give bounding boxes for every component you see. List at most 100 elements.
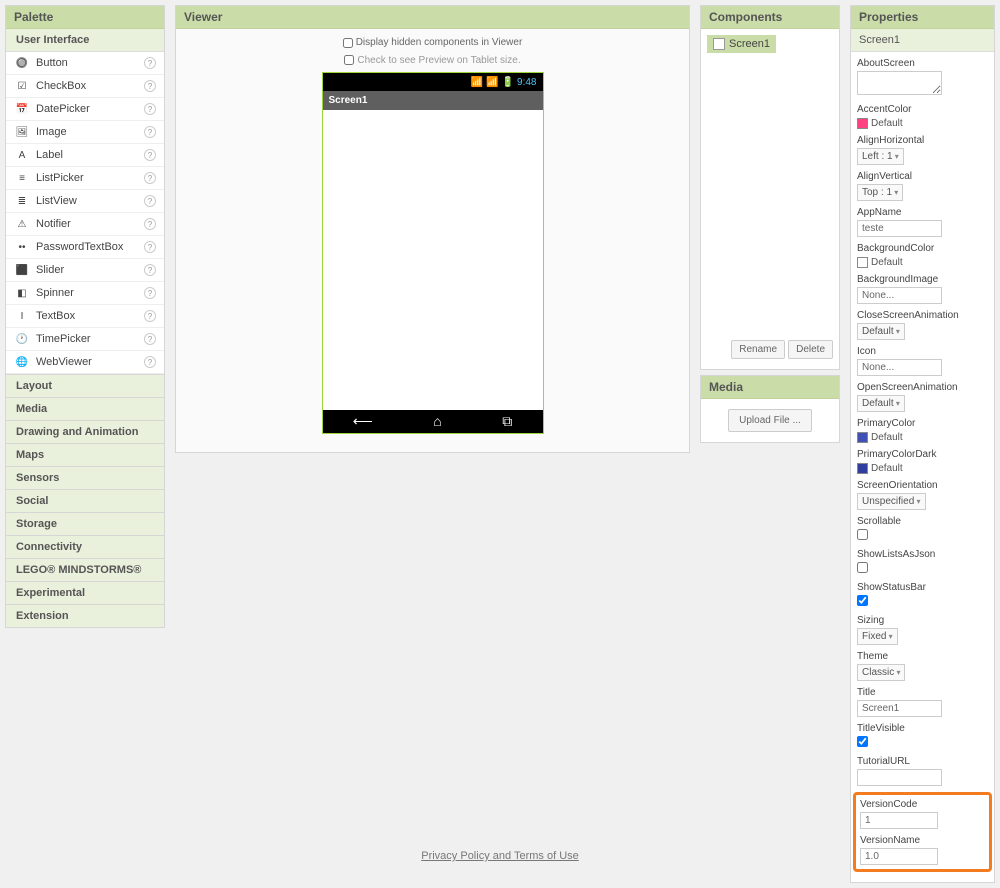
scrollable-checkbox[interactable] bbox=[857, 529, 868, 540]
display-hidden-option[interactable]: Display hidden components in Viewer bbox=[343, 37, 523, 48]
palette-category-layout[interactable]: Layout bbox=[5, 375, 165, 398]
palette-item-label: Button bbox=[36, 57, 144, 69]
help-icon[interactable]: ? bbox=[144, 310, 156, 322]
sizing-select[interactable]: Fixed bbox=[857, 628, 898, 645]
primarycolor-value[interactable]: Default bbox=[871, 432, 903, 443]
properties-header: Properties bbox=[851, 6, 994, 29]
palette-item-listpicker[interactable]: ≡ListPicker? bbox=[6, 167, 164, 190]
title-input[interactable] bbox=[857, 700, 942, 717]
primarydark-swatch[interactable] bbox=[857, 463, 868, 474]
help-icon[interactable]: ? bbox=[144, 80, 156, 92]
palette-item-spinner[interactable]: ◧Spinner? bbox=[6, 282, 164, 305]
versionname-label: VersionName bbox=[860, 835, 985, 846]
button-icon: 🔘 bbox=[14, 55, 30, 71]
palette-item-label: Spinner bbox=[36, 287, 144, 299]
bgcolor-value[interactable]: Default bbox=[871, 257, 903, 268]
phone-screen[interactable] bbox=[323, 110, 543, 410]
appname-input[interactable] bbox=[857, 220, 942, 237]
help-icon[interactable]: ? bbox=[144, 218, 156, 230]
phone-titlebar: Screen1 bbox=[323, 91, 543, 110]
palette-item-webviewer[interactable]: 🌐WebViewer? bbox=[6, 351, 164, 374]
primarycolor-swatch[interactable] bbox=[857, 432, 868, 443]
scrollable-label: Scrollable bbox=[857, 516, 988, 527]
upload-file-button[interactable]: Upload File ... bbox=[728, 409, 812, 432]
privacy-link[interactable]: Privacy Policy and Terms of Use bbox=[421, 850, 579, 862]
palette-category-sensors[interactable]: Sensors bbox=[5, 467, 165, 490]
palette-item-textbox[interactable]: ITextBox? bbox=[6, 305, 164, 328]
component-tree-root[interactable]: Screen1 bbox=[707, 35, 776, 53]
palette-category-connectivity[interactable]: Connectivity bbox=[5, 536, 165, 559]
palette-item-checkbox[interactable]: ☑CheckBox? bbox=[6, 75, 164, 98]
palette-item-image[interactable]: 🖼 Image? bbox=[6, 121, 164, 144]
palette-item-label[interactable]: ALabel? bbox=[6, 144, 164, 167]
palette-item-timepicker[interactable]: 🕐TimePicker? bbox=[6, 328, 164, 351]
theme-select[interactable]: Classic bbox=[857, 664, 905, 681]
passwordtextbox-icon: •• bbox=[14, 239, 30, 255]
tutorialurl-input[interactable] bbox=[857, 769, 942, 786]
accentcolor-value[interactable]: Default bbox=[871, 118, 903, 129]
delete-button[interactable]: Delete bbox=[788, 340, 833, 359]
openanim-select[interactable]: Default bbox=[857, 395, 905, 412]
palette-category-extension[interactable]: Extension bbox=[5, 605, 165, 628]
help-icon[interactable]: ? bbox=[144, 264, 156, 276]
help-icon[interactable]: ? bbox=[144, 172, 156, 184]
viewer-header: Viewer bbox=[176, 6, 689, 29]
help-icon[interactable]: ? bbox=[144, 57, 156, 69]
help-icon[interactable]: ? bbox=[144, 287, 156, 299]
palette-category-media[interactable]: Media bbox=[5, 398, 165, 421]
showstatus-checkbox[interactable] bbox=[857, 595, 868, 606]
image-icon: 🖼 bbox=[14, 124, 30, 140]
titlevisible-label: TitleVisible bbox=[857, 723, 988, 734]
palette-category-social[interactable]: Social bbox=[5, 490, 165, 513]
showlists-label: ShowListsAsJson bbox=[857, 549, 988, 560]
alignh-select[interactable]: Left : 1 bbox=[857, 148, 904, 165]
palette-item-label: Notifier bbox=[36, 218, 144, 230]
primarydark-value[interactable]: Default bbox=[871, 463, 903, 474]
bgimage-input[interactable] bbox=[857, 287, 942, 304]
palette-item-label: Image bbox=[36, 126, 144, 138]
palette-category-storage[interactable]: Storage bbox=[5, 513, 165, 536]
help-icon[interactable]: ? bbox=[144, 241, 156, 253]
accentcolor-swatch[interactable] bbox=[857, 118, 868, 129]
palette-item-datepicker[interactable]: 📅DatePicker? bbox=[6, 98, 164, 121]
display-hidden-checkbox[interactable] bbox=[343, 38, 353, 48]
components-header: Components bbox=[701, 6, 839, 29]
palette-item-passwordtextbox[interactable]: •• PasswordTextBox? bbox=[6, 236, 164, 259]
screenorient-select[interactable]: Unspecified bbox=[857, 493, 926, 510]
help-icon[interactable]: ? bbox=[144, 356, 156, 368]
help-icon[interactable]: ? bbox=[144, 126, 156, 138]
icon-input[interactable] bbox=[857, 359, 942, 376]
palette-category-ui[interactable]: User Interface bbox=[6, 29, 164, 52]
help-icon[interactable]: ? bbox=[144, 333, 156, 345]
bgcolor-swatch[interactable] bbox=[857, 257, 868, 268]
datepicker-icon: 📅 bbox=[14, 101, 30, 117]
help-icon[interactable]: ? bbox=[144, 149, 156, 161]
palette-item-label: Label bbox=[36, 149, 144, 161]
rename-button[interactable]: Rename bbox=[731, 340, 785, 359]
alignv-select[interactable]: Top : 1 bbox=[857, 184, 903, 201]
home-icon: ⌂ bbox=[433, 413, 441, 430]
listpicker-icon: ≡ bbox=[14, 170, 30, 186]
tablet-preview-option[interactable]: Check to see Preview on Tablet size. bbox=[344, 55, 520, 66]
palette-item-label: PasswordTextBox bbox=[36, 241, 144, 253]
palette-category-experimental[interactable]: Experimental bbox=[5, 582, 165, 605]
palette-category-drawing-and-animation[interactable]: Drawing and Animation bbox=[5, 421, 165, 444]
palette-item-notifier[interactable]: ⚠Notifier? bbox=[6, 213, 164, 236]
palette-category-lego-mindstorms-[interactable]: LEGO® MINDSTORMS® bbox=[5, 559, 165, 582]
help-icon[interactable]: ? bbox=[144, 195, 156, 207]
aboutscreen-input[interactable] bbox=[857, 71, 942, 95]
textbox-icon: I bbox=[14, 308, 30, 324]
primarydark-label: PrimaryColorDark bbox=[857, 449, 988, 460]
help-icon[interactable]: ? bbox=[144, 103, 156, 115]
showlists-checkbox[interactable] bbox=[857, 562, 868, 573]
palette-category-maps[interactable]: Maps bbox=[5, 444, 165, 467]
versioncode-input[interactable] bbox=[860, 812, 938, 829]
palette-item-slider[interactable]: ⬛Slider? bbox=[6, 259, 164, 282]
palette-item-button[interactable]: 🔘 Button? bbox=[6, 52, 164, 75]
closeanim-select[interactable]: Default bbox=[857, 323, 905, 340]
status-time: 9:48 bbox=[517, 77, 536, 88]
primarycolor-label: PrimaryColor bbox=[857, 418, 988, 429]
titlevisible-checkbox[interactable] bbox=[857, 736, 868, 747]
tablet-preview-checkbox[interactable] bbox=[344, 55, 354, 65]
palette-item-listview[interactable]: ≣ListView? bbox=[6, 190, 164, 213]
